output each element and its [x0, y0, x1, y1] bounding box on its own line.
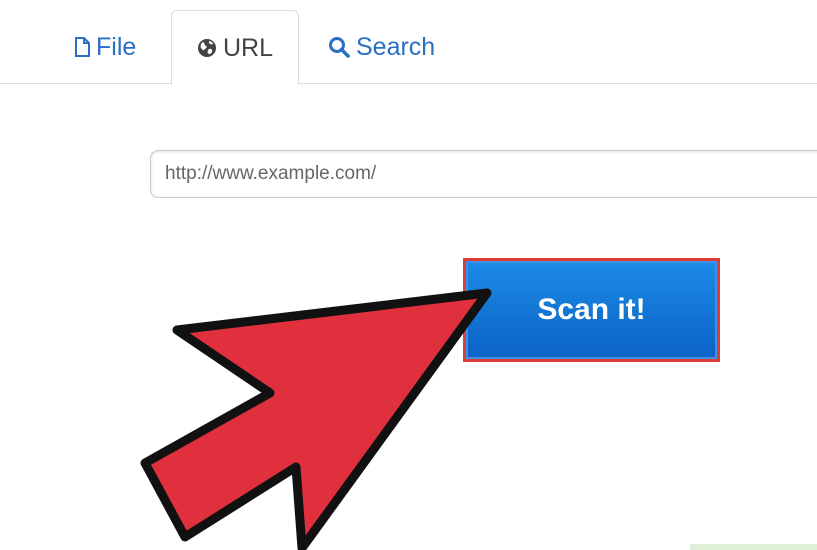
- search-icon: [329, 37, 350, 58]
- globe-icon: [197, 39, 216, 57]
- tab-url-label: URL: [222, 33, 273, 62]
- scan-button[interactable]: Scan it!: [463, 258, 720, 362]
- tab-search-label: Search: [356, 32, 436, 61]
- tab-url[interactable]: URL: [171, 10, 299, 85]
- tab-search[interactable]: Search: [328, 10, 435, 84]
- tab-file-label: File: [96, 32, 137, 61]
- url-input[interactable]: [150, 150, 817, 198]
- tab-file[interactable]: File: [74, 10, 136, 84]
- bottom-edge-strip: [690, 544, 817, 550]
- file-icon: [75, 37, 90, 57]
- tab-bar: File URL Search: [0, 0, 817, 85]
